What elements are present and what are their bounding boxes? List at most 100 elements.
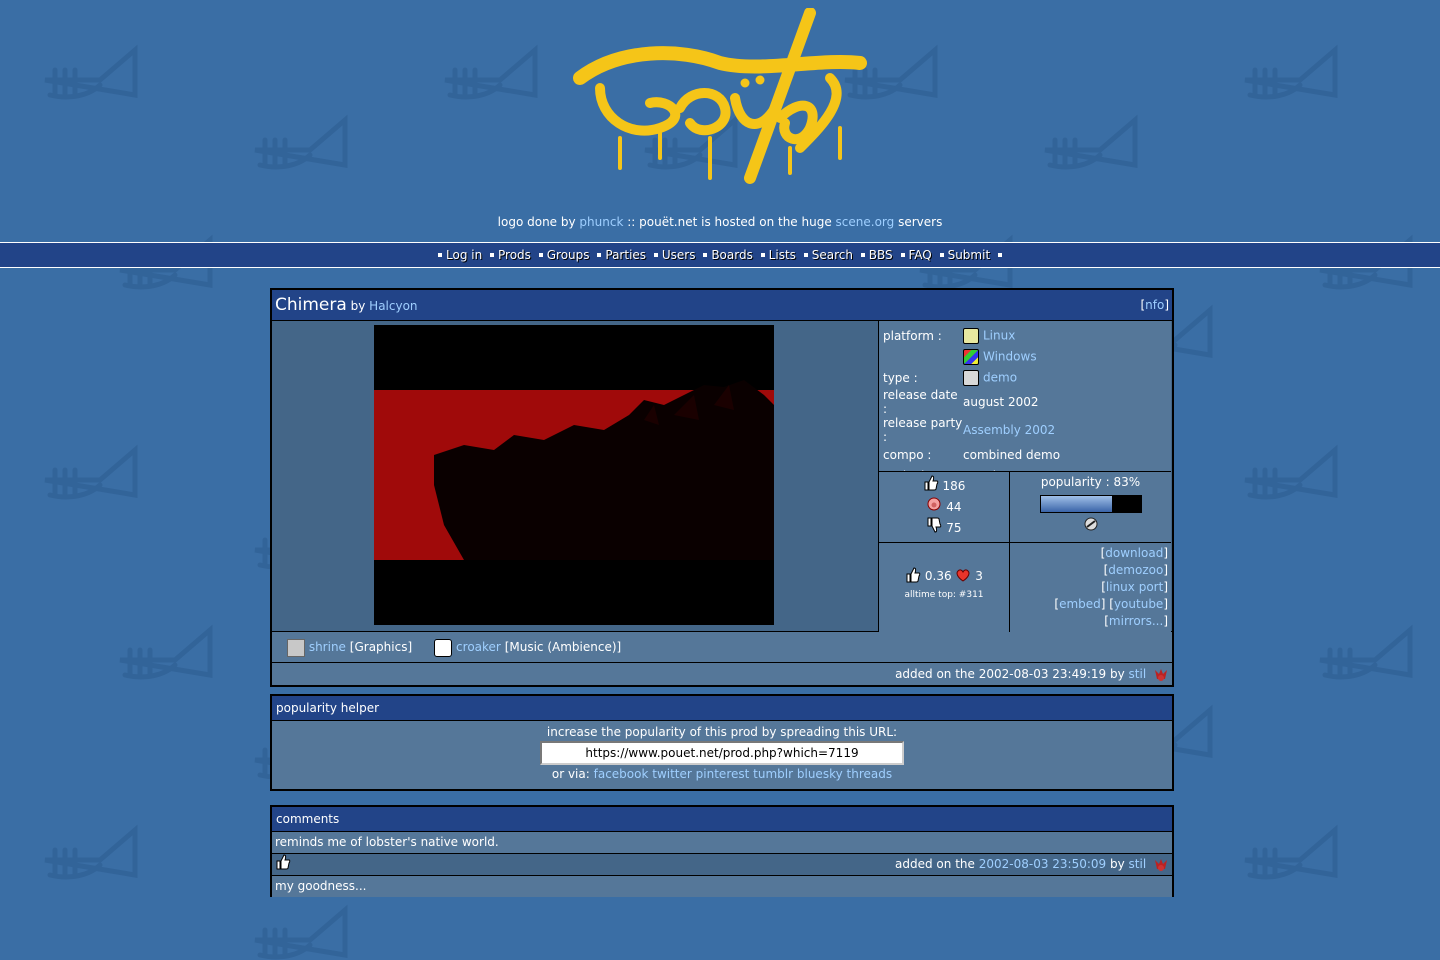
- comment-user-link[interactable]: stil: [1129, 857, 1147, 871]
- logo-credit: logo done by phunck :: pouët.net is host…: [0, 215, 1440, 229]
- trumpet-icon: [254, 114, 348, 170]
- prod-body: platform : Linux Windows type : demo rel…: [272, 321, 1172, 632]
- thumb-down-icon: [926, 517, 942, 540]
- credit-prefix: logo done by: [497, 215, 576, 229]
- helper-header: popularity helper: [272, 696, 1172, 721]
- menu-parties[interactable]: Parties: [605, 248, 646, 262]
- credit-croaker-role: [Music (Ambience)]: [504, 640, 622, 654]
- added-prefix: added on the 2002-08-03 23:49:19 by: [895, 667, 1125, 681]
- prod-title: Chimera: [275, 295, 347, 315]
- menu-search[interactable]: Search: [812, 248, 853, 262]
- demozoo-link[interactable]: demozoo: [1108, 563, 1163, 577]
- group-link[interactable]: Halcyon: [369, 299, 417, 313]
- menu-prods[interactable]: Prods: [498, 248, 531, 262]
- cdc-heart-icon: [955, 567, 971, 586]
- logo-artist-link[interactable]: phunck: [579, 215, 623, 229]
- menu-login[interactable]: Log in: [446, 248, 482, 262]
- type-demo-link[interactable]: demo: [983, 370, 1017, 384]
- linux-icon: [963, 327, 979, 344]
- prod-url-field[interactable]: https://www.pouet.net/prod.php?which=711…: [540, 741, 904, 765]
- cdc-panel: 0.36 3 alltime top: #311: [878, 542, 1009, 632]
- trumpet-icon: [1244, 824, 1338, 880]
- trumpet-icon: [44, 44, 138, 100]
- croaker-avatar: [434, 638, 453, 657]
- trumpet-icon: [44, 444, 138, 500]
- menu-groups[interactable]: Groups: [547, 248, 590, 262]
- comment-by-label: by: [1110, 857, 1125, 871]
- menu-submit[interactable]: Submit: [948, 248, 991, 262]
- trumpet-icon: [1044, 114, 1138, 170]
- embed-link[interactable]: embed: [1059, 597, 1101, 611]
- pig-icon: [926, 496, 942, 519]
- helper-intro: increase the popularity of this prod by …: [546, 725, 898, 739]
- credit-middle: :: pouët.net is hosted on the huge: [627, 215, 832, 229]
- nfo-link-wrap: [nfo]: [1140, 298, 1169, 312]
- pouet-logo: [560, 7, 880, 213]
- release-date-value: august 2002: [963, 395, 1039, 409]
- prod-by-label: by: [350, 299, 366, 313]
- demo-type-icon: [963, 369, 979, 386]
- platform-windows-link[interactable]: Windows: [983, 349, 1037, 363]
- menu-faq[interactable]: FAQ: [909, 248, 932, 262]
- share-threads[interactable]: threads: [847, 767, 893, 781]
- shrine-avatar: [287, 638, 305, 657]
- menu-users[interactable]: Users: [662, 248, 696, 262]
- main-menu: Log in Prods Groups Parties Users Boards…: [0, 242, 1440, 268]
- scene-org-link[interactable]: scene.org: [836, 215, 895, 229]
- share-tumblr[interactable]: tumblr: [753, 767, 793, 781]
- download-links: [download] [demozoo] [linux port] [embed…: [1009, 542, 1171, 632]
- credit-shrine-role: [Graphics]: [349, 640, 413, 654]
- comments-box: comments reminds me of lobster's native …: [270, 805, 1174, 897]
- release-party-link[interactable]: Assembly 2002: [963, 423, 1055, 437]
- popularity-panel: popularity : 83%: [1009, 471, 1171, 542]
- trumpet-icon: [1319, 624, 1413, 680]
- prod-header: Chimera by Halcyon [nfo]: [272, 290, 1172, 321]
- stil-avatar: [1153, 667, 1169, 683]
- release-date-label: release date :: [883, 388, 958, 416]
- menu-boards[interactable]: Boards: [711, 248, 753, 262]
- cdc-count: 3: [975, 569, 983, 583]
- share-twitter[interactable]: twitter: [652, 767, 692, 781]
- release-party-label: release party :: [883, 416, 963, 444]
- credit-shrine-link[interactable]: shrine: [309, 640, 346, 654]
- trumpet-icon: [1244, 44, 1338, 100]
- comment-date-link[interactable]: 2002-08-03 23:50:09: [979, 857, 1106, 871]
- vote-counts: 186 44 75: [878, 471, 1009, 542]
- linux-port-link[interactable]: linux port: [1106, 580, 1163, 594]
- added-user-link[interactable]: stil: [1129, 667, 1147, 681]
- prod-added-info: added on the 2002-08-03 23:49:19 by stil: [272, 663, 1172, 685]
- share-facebook[interactable]: facebook: [594, 767, 649, 781]
- thumb-up-icon: [923, 475, 939, 498]
- popularity-helper-box: popularity helper increase the popularit…: [270, 694, 1174, 791]
- votes-down: 75: [946, 521, 962, 535]
- comment-meta: added on the 2002-08-03 23:50:09 by stil: [272, 854, 1172, 876]
- prod-credits: shrine [Graphics] croaker [Music (Ambien…: [272, 632, 1172, 663]
- share-pinterest[interactable]: pinterest: [696, 767, 750, 781]
- votes-pig: 44: [946, 500, 962, 514]
- nfo-link[interactable]: nfo: [1145, 298, 1164, 312]
- popularity-bar-fill: [1040, 496, 1112, 512]
- share-bluesky[interactable]: bluesky: [797, 767, 843, 781]
- helper-body: increase the popularity of this prod by …: [272, 721, 1172, 789]
- comment-text: reminds me of lobster's native world.: [272, 832, 1172, 854]
- mirrors-link[interactable]: mirrors...: [1109, 614, 1163, 628]
- credit-suffix: servers: [898, 215, 943, 229]
- credit-croaker-link[interactable]: croaker: [456, 640, 501, 654]
- platform-linux-link[interactable]: Linux: [983, 328, 1015, 342]
- trumpet-icon: [1244, 444, 1338, 500]
- trumpet-icon: [444, 44, 538, 100]
- or-via-label: or via:: [551, 767, 590, 781]
- menu-lists[interactable]: Lists: [769, 248, 796, 262]
- download-link[interactable]: download: [1105, 546, 1163, 560]
- compo-label: compo :: [883, 447, 932, 462]
- prod-screenshot: [374, 325, 774, 625]
- popularity-helper-icon[interactable]: [1084, 517, 1098, 534]
- compo-value: combined demo: [963, 447, 1061, 462]
- prod-box: Chimera by Halcyon [nfo] platform : Linu…: [270, 288, 1174, 687]
- trumpet-icon: [44, 824, 138, 880]
- windows-icon: [963, 348, 979, 365]
- menu-bbs[interactable]: BBS: [869, 248, 893, 262]
- avg-thumb-icon: [905, 567, 921, 586]
- comments-header: comments: [272, 807, 1172, 832]
- youtube-link[interactable]: youtube: [1114, 597, 1163, 611]
